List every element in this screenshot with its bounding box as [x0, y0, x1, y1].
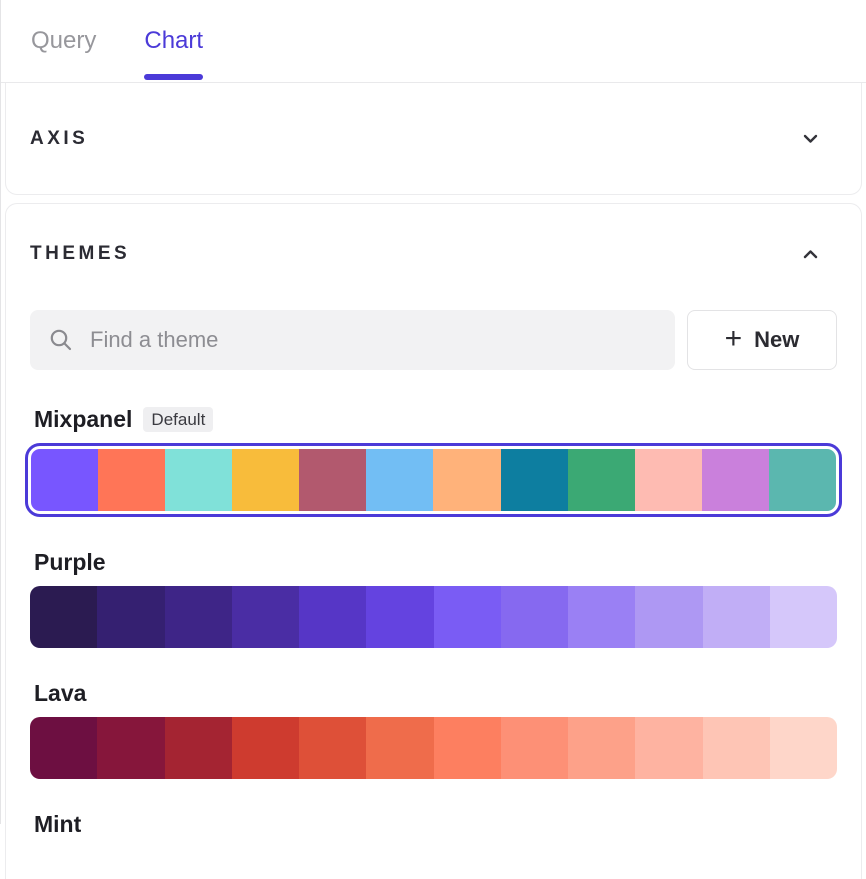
- tab-chart-label: Chart: [144, 27, 203, 55]
- color-swatch: [434, 717, 501, 779]
- color-swatch: [299, 449, 366, 511]
- color-swatch: [165, 449, 232, 511]
- color-swatch: [434, 586, 501, 648]
- color-swatch: [98, 449, 165, 511]
- color-swatch: [703, 586, 770, 648]
- new-theme-button-label: New: [754, 327, 799, 353]
- chart-settings-panel: Query Chart AXIS THEMES: [1, 0, 866, 879]
- color-swatch: [232, 449, 299, 511]
- axis-section-title: AXIS: [30, 128, 88, 150]
- color-swatch: [366, 449, 433, 511]
- theme-search-row: + New: [30, 310, 837, 370]
- theme-name: Mint: [34, 809, 81, 839]
- color-swatch: [31, 449, 98, 511]
- color-swatch: [232, 586, 299, 648]
- theme-label: Mixpanel Default: [30, 404, 837, 434]
- color-swatch: [97, 586, 164, 648]
- color-swatch: [433, 449, 500, 511]
- color-swatch: [366, 717, 433, 779]
- chevron-up-icon: [802, 246, 819, 263]
- color-swatch: [770, 586, 837, 648]
- color-swatch: [635, 586, 702, 648]
- theme-label: Purple: [30, 547, 837, 577]
- axis-section: AXIS: [5, 83, 862, 195]
- theme-name: Mixpanel: [34, 404, 132, 434]
- theme-swatch-row[interactable]: [31, 449, 836, 511]
- color-swatch: [703, 717, 770, 779]
- theme-swatch-row[interactable]: [30, 717, 837, 779]
- color-swatch: [299, 717, 366, 779]
- color-swatch: [501, 449, 568, 511]
- color-swatch: [165, 717, 232, 779]
- themes-section: THEMES + New MixpanelDefaultPurpleLavaMi…: [5, 203, 862, 879]
- color-swatch: [635, 717, 702, 779]
- selected-theme-ring[interactable]: [25, 443, 842, 517]
- tab-chart[interactable]: Chart: [144, 0, 203, 82]
- theme-label: Mint: [30, 809, 837, 839]
- color-swatch: [165, 586, 232, 648]
- color-swatch: [770, 717, 837, 779]
- color-swatch: [97, 717, 164, 779]
- card-gap: [1, 195, 866, 203]
- theme-search-input[interactable]: [88, 326, 657, 354]
- themes-section-title: THEMES: [30, 243, 130, 265]
- color-swatch: [702, 449, 769, 511]
- color-swatch: [501, 586, 568, 648]
- color-swatch: [30, 717, 97, 779]
- theme-list: Mixpanel Default Purple Lava Mint: [30, 404, 837, 839]
- color-swatch: [501, 717, 568, 779]
- search-icon: [48, 327, 74, 353]
- theme-item-lava: Lava: [30, 678, 837, 779]
- theme-name: Lava: [34, 678, 86, 708]
- panel-tabbar: Query Chart: [1, 0, 866, 83]
- color-swatch: [568, 449, 635, 511]
- theme-name: Purple: [34, 547, 106, 577]
- axis-section-header[interactable]: AXIS: [30, 128, 819, 150]
- color-swatch: [568, 717, 635, 779]
- new-theme-button[interactable]: + New: [687, 310, 837, 370]
- theme-label: Lava: [30, 678, 837, 708]
- color-swatch: [769, 449, 836, 511]
- chevron-down-icon: [802, 130, 819, 147]
- theme-item-mint: Mint: [30, 809, 837, 839]
- tab-query-label: Query: [31, 27, 96, 55]
- color-swatch: [366, 586, 433, 648]
- theme-item-purple: Purple: [30, 547, 837, 648]
- color-swatch: [299, 586, 366, 648]
- color-swatch: [568, 586, 635, 648]
- color-swatch: [30, 586, 97, 648]
- theme-search-box[interactable]: [30, 310, 675, 370]
- active-tab-underline: [144, 74, 203, 80]
- theme-item-mixpanel: Mixpanel Default: [30, 404, 837, 517]
- color-swatch: [635, 449, 702, 511]
- theme-swatch-row[interactable]: [30, 586, 837, 648]
- plus-icon: +: [725, 324, 743, 354]
- tab-query[interactable]: Query: [31, 0, 96, 82]
- themes-section-header[interactable]: THEMES: [30, 240, 837, 268]
- color-swatch: [232, 717, 299, 779]
- default-badge: Default: [143, 407, 213, 432]
